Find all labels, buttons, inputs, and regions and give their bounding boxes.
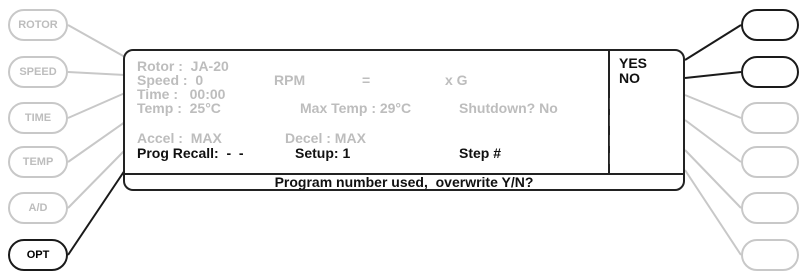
option-no: NO [619, 70, 640, 86]
right-connectors [684, 24, 742, 256]
step-readout: Step # [459, 145, 502, 161]
no-softkey[interactable] [741, 56, 799, 88]
lcd-display: Rotor : JA-20 Speed : 0 RPM = x G Time :… [123, 49, 685, 191]
connector-r2 [684, 71, 742, 79]
option-tick [609, 135, 610, 146]
temp-button[interactable]: TEMP [8, 146, 68, 178]
max-temp-readout: Max Temp : 29°C [300, 100, 412, 116]
time-button[interactable]: TIME [8, 102, 68, 134]
right-softkey-5[interactable] [741, 192, 799, 224]
right-softkey-6[interactable] [741, 239, 799, 271]
option-tick [609, 153, 610, 164]
setup-readout: Setup: 1 [295, 145, 351, 161]
rotor-button[interactable]: ROTOR [8, 9, 68, 41]
speed-readout: Speed : 0 [137, 72, 204, 88]
option-tick [609, 115, 610, 126]
connector-r6 [684, 169, 742, 256]
connector-speed [67, 71, 126, 76]
centrifuge-panel: ROTOR SPEED TIME TEMP A/D OPT Rotor : JA… [0, 0, 805, 271]
left-connectors [67, 24, 126, 256]
connector-r4 [684, 119, 742, 163]
speed-button[interactable]: SPEED [8, 56, 68, 88]
connector-temp [67, 121, 126, 163]
right-softkey-3[interactable] [741, 102, 799, 134]
decel-readout: Decel : MAX [285, 130, 366, 146]
connector-rotor [67, 24, 126, 58]
temp-readout: Temp : 25°C [137, 100, 221, 116]
time-readout: Time : 00:00 [137, 86, 226, 102]
connector-opt [67, 169, 126, 256]
option-tick [609, 98, 610, 109]
status-message: Program number used, overwrite Y/N? [274, 174, 534, 190]
accel-readout: Accel : MAX [137, 130, 222, 146]
rpm-label: RPM [274, 72, 306, 88]
prog-recall-readout: Prog Recall: - - [137, 145, 244, 161]
option-yes: YES [619, 55, 648, 71]
shutdown-readout: Shutdown? No [459, 100, 558, 116]
ad-button[interactable]: A/D [8, 192, 68, 224]
connector-r1 [684, 24, 742, 61]
xg-label: x G [445, 72, 468, 88]
connector-ad [67, 149, 126, 209]
yes-softkey[interactable] [741, 9, 799, 41]
opt-button[interactable]: OPT [8, 239, 68, 271]
equals-sign: = [362, 72, 371, 88]
right-softkey-4[interactable] [741, 146, 799, 178]
connector-r5 [684, 149, 742, 209]
connector-r3 [684, 94, 742, 119]
connector-time [67, 92, 126, 119]
rotor-readout: Rotor : JA-20 [137, 58, 229, 74]
